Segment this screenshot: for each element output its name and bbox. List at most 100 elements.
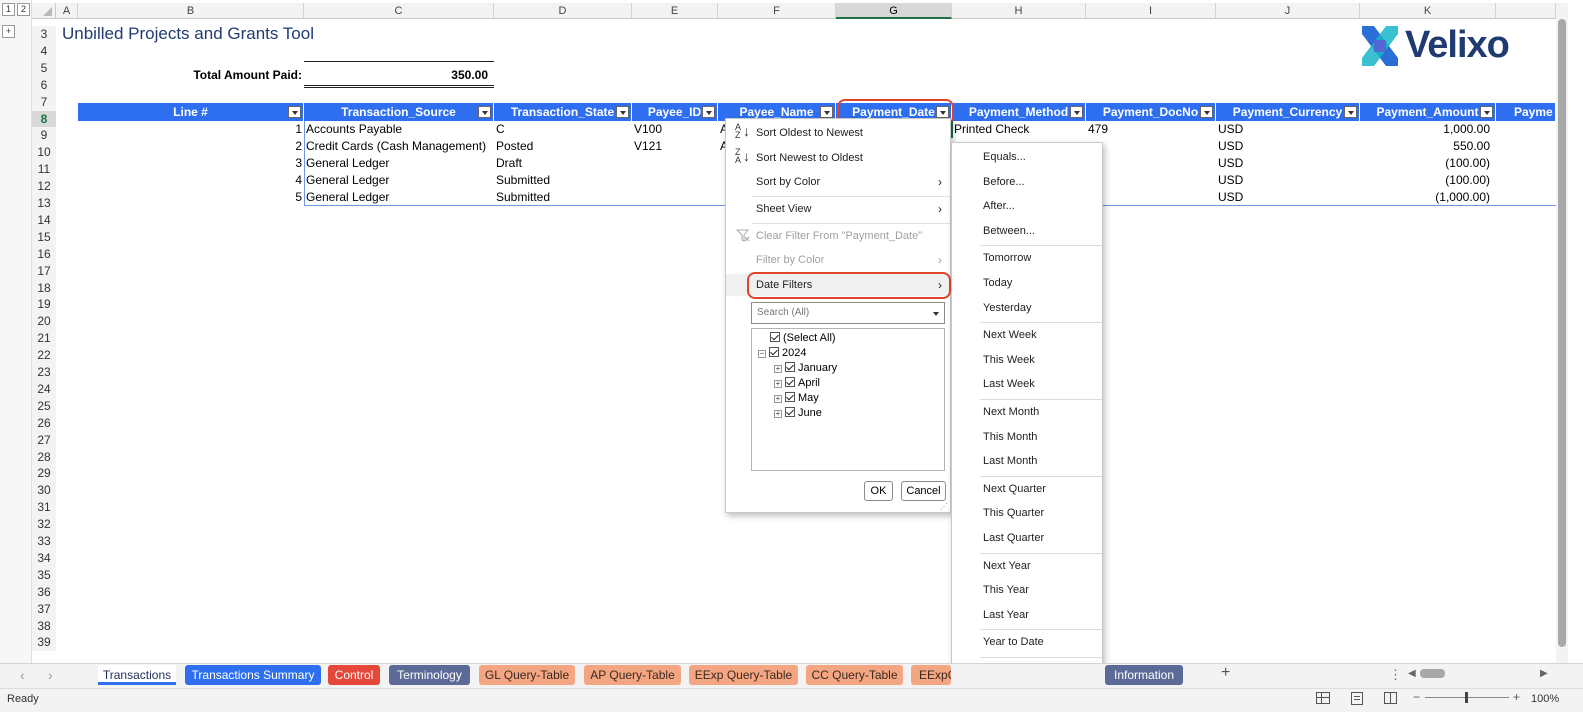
filter-dropdown-icon[interactable] <box>1344 106 1357 118</box>
row-header[interactable]: 20 <box>32 313 56 331</box>
cell-currency[interactable]: USD <box>1218 172 1360 189</box>
date-filter-this-year[interactable]: This Year <box>952 579 1102 601</box>
tab-control[interactable]: Control <box>328 665 380 685</box>
row-header[interactable]: 18 <box>32 279 56 297</box>
cell-state[interactable]: Submitted <box>496 189 632 206</box>
checkbox-checked-icon[interactable] <box>785 392 795 402</box>
cell-docno[interactable] <box>1088 138 1216 155</box>
table-header-transaction-source[interactable]: Transaction_Source <box>304 103 494 121</box>
sort-by-color[interactable]: Sort by Color › <box>726 171 950 193</box>
date-filter-this-week[interactable]: This Week <box>952 349 1102 371</box>
date-filter-next-year[interactable]: Next Year <box>952 555 1102 577</box>
horizontal-scrollbar-thumb[interactable] <box>1420 669 1445 678</box>
cell-docno[interactable] <box>1088 172 1216 189</box>
date-filter-equals[interactable]: Equals... <box>952 146 1102 168</box>
cell-docno[interactable]: 479 <box>1088 121 1216 138</box>
date-filter-year-to-date[interactable]: Year to Date <box>952 631 1102 653</box>
date-filter-last-month[interactable]: Last Month <box>952 450 1102 472</box>
date-filter-yesterday[interactable]: Yesterday <box>952 297 1102 319</box>
cell-state[interactable]: Submitted <box>496 172 632 189</box>
column-header-h[interactable]: H <box>952 3 1086 19</box>
column-header-a[interactable]: A <box>56 3 78 19</box>
row-header[interactable]: 24 <box>32 380 56 398</box>
filter-search-input[interactable]: Search (All) <box>751 302 945 324</box>
column-header-c[interactable]: C <box>304 3 494 19</box>
column-header-k[interactable]: K <box>1360 3 1496 19</box>
cancel-button[interactable]: Cancel <box>901 481 946 501</box>
filter-dropdown-icon[interactable] <box>1070 106 1083 118</box>
row-header[interactable]: 25 <box>32 397 56 415</box>
filter-dropdown-icon[interactable] <box>1480 106 1493 118</box>
cell-source[interactable]: General Ledger <box>306 155 494 172</box>
checkbox-checked-icon[interactable] <box>769 347 779 357</box>
hscroll-left-icon[interactable]: ◀ <box>1408 668 1420 680</box>
cell-currency[interactable]: USD <box>1218 189 1360 206</box>
column-header-d[interactable]: D <box>494 3 632 19</box>
page-break-preview-icon[interactable] <box>1384 692 1397 704</box>
tab-scroll-left-icon[interactable]: ‹ <box>20 667 25 683</box>
cell-line[interactable]: 1 <box>78 121 302 138</box>
filter-dropdown-icon[interactable] <box>820 106 833 118</box>
cell-line[interactable]: 3 <box>78 155 302 172</box>
resize-grip-icon[interactable]: ⋰ <box>940 502 948 511</box>
tab-cc-query-table[interactable]: CC Query-Table <box>806 665 903 685</box>
row-header[interactable]: 19 <box>32 296 56 314</box>
row-header[interactable]: 39 <box>32 634 56 652</box>
cell-amount[interactable]: 1,000.00 <box>1360 121 1490 138</box>
hscroll-right-icon[interactable]: ▶ <box>1540 668 1552 680</box>
filter-value-tree[interactable]: (Select All) −2024 + January + April + May … <box>751 328 945 471</box>
row-header[interactable]: 30 <box>32 482 56 500</box>
date-filter-this-quarter[interactable]: This Quarter <box>952 502 1102 524</box>
date-filter-next-month[interactable]: Next Month <box>952 401 1102 423</box>
checkbox-checked-icon[interactable] <box>785 407 795 417</box>
date-filter-before[interactable]: Before... <box>952 171 1102 193</box>
row-header[interactable]: 17 <box>32 262 56 280</box>
row-header[interactable]: 22 <box>32 347 56 365</box>
column-header-f[interactable]: F <box>718 3 836 19</box>
column-header-j[interactable]: J <box>1216 3 1360 19</box>
checkbox-checked-icon[interactable] <box>785 377 795 387</box>
cell-source[interactable]: General Ledger <box>306 172 494 189</box>
cell-source[interactable]: General Ledger <box>306 189 494 206</box>
row-header[interactable]: 6 <box>32 76 56 94</box>
cell-payee-id[interactable] <box>634 189 718 206</box>
cell-amount[interactable]: (1,000.00) <box>1360 189 1490 206</box>
cell-line[interactable]: 2 <box>78 138 302 155</box>
date-filter-today[interactable]: Today <box>952 272 1102 294</box>
row-header[interactable]: 11 <box>32 161 56 179</box>
cell-amount[interactable]: (100.00) <box>1360 172 1490 189</box>
date-filter-this-month[interactable]: This Month <box>952 426 1102 448</box>
outline-level-2-button[interactable]: 2 <box>17 3 30 16</box>
row-header[interactable]: 27 <box>32 431 56 449</box>
row-header[interactable]: 26 <box>32 414 56 432</box>
row-header[interactable]: 34 <box>32 549 56 567</box>
cell-docno[interactable] <box>1088 189 1216 206</box>
table-header-payment-method[interactable]: Payment_Method <box>952 103 1086 121</box>
vertical-scrollbar-thumb[interactable] <box>1558 19 1566 647</box>
tree-month-may[interactable]: + May <box>774 391 819 406</box>
filter-dropdown-icon[interactable] <box>702 106 715 118</box>
row-header[interactable]: 21 <box>32 330 56 348</box>
expand-icon[interactable]: + <box>774 410 782 418</box>
date-filter-next-quarter[interactable]: Next Quarter <box>952 478 1102 500</box>
date-filter-tomorrow[interactable]: Tomorrow <box>952 247 1102 269</box>
tab-terminology[interactable]: Terminology <box>389 665 470 685</box>
sheet-view[interactable]: Sheet View › <box>726 198 950 220</box>
column-header-b[interactable]: B <box>78 3 304 19</box>
row-header[interactable]: 32 <box>32 516 56 534</box>
sort-newest-to-oldest[interactable]: Sort Newest to Oldest <box>726 147 950 169</box>
column-header-i[interactable]: I <box>1086 3 1216 19</box>
tree-year-2024[interactable]: − 2024 <box>758 346 806 361</box>
cell-source[interactable]: Accounts Payable <box>306 121 494 138</box>
row-header[interactable]: 14 <box>32 211 56 229</box>
row-header[interactable]: 8 <box>32 110 56 128</box>
row-header[interactable]: 35 <box>32 566 56 584</box>
tab-transactions-summary[interactable]: Transactions Summary <box>185 665 321 685</box>
cell-payee-id[interactable] <box>634 155 718 172</box>
tab-gl-query-table[interactable]: GL Query-Table <box>479 665 575 685</box>
sort-oldest-to-newest[interactable]: Sort Oldest to Newest <box>726 122 950 144</box>
normal-view-icon[interactable] <box>1316 692 1330 704</box>
row-header[interactable]: 15 <box>32 228 56 246</box>
checkbox-checked-icon[interactable] <box>785 362 795 372</box>
tree-month-january[interactable]: + January <box>774 361 837 376</box>
